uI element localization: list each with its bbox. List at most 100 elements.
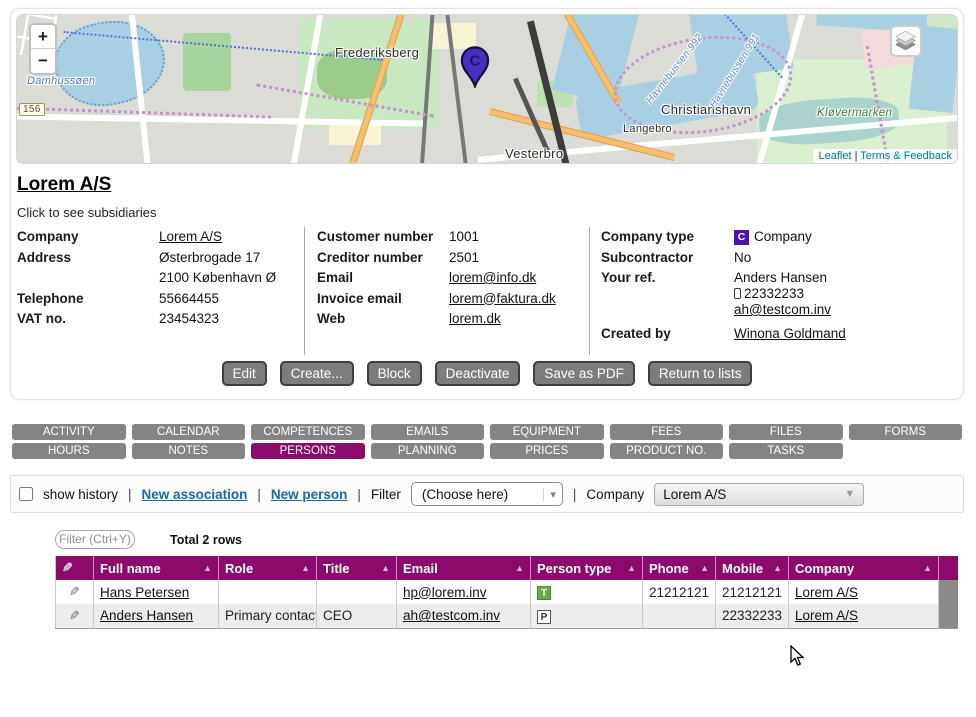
mouse-cursor bbox=[790, 645, 804, 666]
company-title[interactable]: Lorem A/S bbox=[17, 174, 111, 196]
show-history-checkbox[interactable] bbox=[19, 487, 33, 501]
sort-asc-icon[interactable]: ▲ bbox=[381, 563, 390, 573]
column-header-mobile[interactable]: Mobile▲ bbox=[716, 556, 789, 580]
field-label-invoice-email: Invoice email bbox=[317, 289, 449, 310]
sort-asc-icon[interactable]: ▲ bbox=[923, 563, 932, 573]
company-details-left: Company Lorem A/S Address Østerbrogade 1… bbox=[17, 227, 302, 330]
company-card: Damhussøen 156 Frederiksberg Vesterbro L… bbox=[10, 8, 964, 400]
tab-persons[interactable]: PERSONS bbox=[251, 443, 365, 459]
cell-email: ah@testcom.inv bbox=[397, 604, 531, 628]
map-marker-pin[interactable]: C bbox=[459, 45, 491, 88]
your-ref-email-link[interactable]: ah@testcom.inv bbox=[734, 302, 831, 317]
tab-prices[interactable]: PRICES bbox=[490, 443, 604, 459]
tab-hours[interactable]: HOURS bbox=[12, 443, 126, 459]
edit-row-button[interactable]: ✎ bbox=[56, 604, 94, 628]
address-value: Østerbrogade 17 2100 København Ø bbox=[159, 248, 276, 289]
tab-competences[interactable]: COMPETENCES bbox=[251, 424, 365, 440]
company-select[interactable]: Lorem A/S ▼ bbox=[654, 483, 864, 506]
tab-files[interactable]: FILES bbox=[729, 424, 843, 440]
persons-table: ✎ Full name▲ Role▲ Title▲ Email▲ Person … bbox=[55, 556, 958, 629]
pencil-icon: ✎ bbox=[69, 608, 80, 624]
created-by-link[interactable]: Winona Goldmand bbox=[734, 324, 846, 345]
person-email-link[interactable]: ah@testcom.inv bbox=[403, 608, 500, 623]
cell-company: Lorem A/S bbox=[789, 580, 939, 604]
new-association-link[interactable]: New association bbox=[142, 487, 248, 502]
your-ref-name: Anders Hansen bbox=[734, 270, 827, 285]
company-name-link[interactable]: Lorem A/S bbox=[159, 227, 222, 248]
table-row: ✎ Hans Petersen hp@lorem.inv T 21212121 … bbox=[56, 580, 958, 604]
sort-asc-icon[interactable]: ▲ bbox=[515, 563, 524, 573]
tab-notes[interactable]: NOTES bbox=[132, 443, 246, 459]
your-ref-mobile-line: 22332233 bbox=[734, 286, 804, 301]
invoice-email-link[interactable]: lorem@faktura.dk bbox=[449, 289, 556, 310]
column-header-title[interactable]: Title▲ bbox=[317, 556, 397, 580]
sort-asc-icon[interactable]: ▲ bbox=[203, 563, 212, 573]
person-email-link[interactable]: hp@lorem.inv bbox=[403, 585, 487, 600]
map-label-frederiksberg: Frederiksberg bbox=[335, 45, 419, 60]
tab-planning[interactable]: PLANNING bbox=[371, 443, 485, 459]
tab-activity[interactable]: ACTIVITY bbox=[12, 424, 126, 440]
sort-asc-icon[interactable]: ▲ bbox=[301, 563, 310, 573]
save-as-pdf-button[interactable]: Save as PDF bbox=[533, 361, 635, 386]
column-header-email[interactable]: Email▲ bbox=[397, 556, 531, 580]
total-rows-label: Total 2 rows bbox=[170, 533, 242, 547]
edit-button[interactable]: Edit bbox=[222, 361, 267, 386]
column-header-company[interactable]: Company▲ bbox=[789, 556, 939, 580]
block-button[interactable]: Block bbox=[367, 361, 422, 386]
sort-asc-icon[interactable]: ▲ bbox=[700, 563, 709, 573]
person-name-link[interactable]: Anders Hansen bbox=[100, 608, 193, 623]
action-buttons: Edit Create... Block Deactivate Save as … bbox=[11, 361, 963, 386]
web-link[interactable]: lorem.dk bbox=[449, 309, 501, 330]
tab-fees[interactable]: FEES bbox=[610, 424, 724, 440]
person-name-link[interactable]: Hans Petersen bbox=[100, 585, 189, 600]
company-link[interactable]: Lorem A/S bbox=[795, 585, 858, 600]
map-layers-control[interactable] bbox=[890, 25, 922, 57]
cell-phone: 21212121 bbox=[643, 580, 716, 604]
table-scrollbar[interactable] bbox=[939, 604, 958, 628]
cell-company: Lorem A/S bbox=[789, 604, 939, 628]
table-filter-button[interactable]: Filter (Ctrl+Y) bbox=[55, 530, 135, 549]
pencil-icon: ✎ bbox=[69, 584, 80, 600]
new-person-link[interactable]: New person bbox=[271, 487, 348, 502]
sort-asc-icon[interactable]: ▲ bbox=[627, 563, 636, 573]
column-header-full-name[interactable]: Full name▲ bbox=[94, 556, 219, 580]
return-to-lists-button[interactable]: Return to lists bbox=[648, 361, 753, 386]
cell-full-name: Hans Petersen bbox=[94, 580, 219, 604]
separator: | bbox=[357, 487, 361, 502]
column-header-role[interactable]: Role▲ bbox=[219, 556, 317, 580]
column-header-phone[interactable]: Phone▲ bbox=[643, 556, 716, 580]
company-select-label: Company bbox=[586, 487, 644, 502]
tab-tasks[interactable]: TASKS bbox=[729, 443, 843, 459]
show-history-label: show history bbox=[43, 487, 118, 502]
table-scrollbar[interactable] bbox=[939, 580, 958, 604]
cell-title: CEO bbox=[317, 604, 397, 628]
column-header-person-type[interactable]: Person type▲ bbox=[531, 556, 643, 580]
tab-emails[interactable]: EMAILS bbox=[371, 424, 485, 440]
field-label-company-type: Company type bbox=[601, 227, 734, 248]
edit-row-button[interactable]: ✎ bbox=[56, 580, 94, 604]
company-email-link[interactable]: lorem@info.dk bbox=[449, 268, 536, 289]
company-link[interactable]: Lorem A/S bbox=[795, 608, 858, 623]
map-label-christianshavn: Christianshavn bbox=[661, 102, 751, 117]
company-type-badge: C bbox=[734, 230, 749, 245]
sort-asc-icon[interactable]: ▲ bbox=[773, 563, 782, 573]
leaflet-link[interactable]: Leaflet bbox=[818, 150, 851, 162]
map[interactable]: Damhussøen 156 Frederiksberg Vesterbro L… bbox=[16, 14, 958, 164]
terms-feedback-link[interactable]: Terms & Feedback bbox=[860, 150, 952, 162]
company-details-middle: Customer number 1001 Creditor number 250… bbox=[317, 227, 587, 330]
create-button[interactable]: Create... bbox=[280, 361, 354, 386]
company-subtitle: Click to see subsidiaries bbox=[17, 205, 156, 220]
zoom-in-button[interactable]: + bbox=[31, 25, 55, 49]
tab-calendar[interactable]: CALENDAR bbox=[132, 424, 246, 440]
tab-equipment[interactable]: EQUIPMENT bbox=[490, 424, 604, 440]
attribution-separator: | bbox=[855, 150, 858, 162]
cell-mobile: 21212121 bbox=[716, 580, 789, 604]
mobile-phone-icon bbox=[734, 288, 741, 299]
tab-forms[interactable]: FORMS bbox=[849, 424, 963, 440]
company-type-value: CCompany bbox=[734, 227, 812, 248]
zoom-out-button[interactable]: − bbox=[31, 49, 55, 73]
deactivate-button[interactable]: Deactivate bbox=[435, 361, 521, 386]
tab-product-no[interactable]: PRODUCT NO. bbox=[610, 443, 724, 459]
cell-mobile: 22332233 bbox=[716, 604, 789, 628]
filter-select[interactable]: (Choose here) ▾ bbox=[411, 482, 563, 506]
